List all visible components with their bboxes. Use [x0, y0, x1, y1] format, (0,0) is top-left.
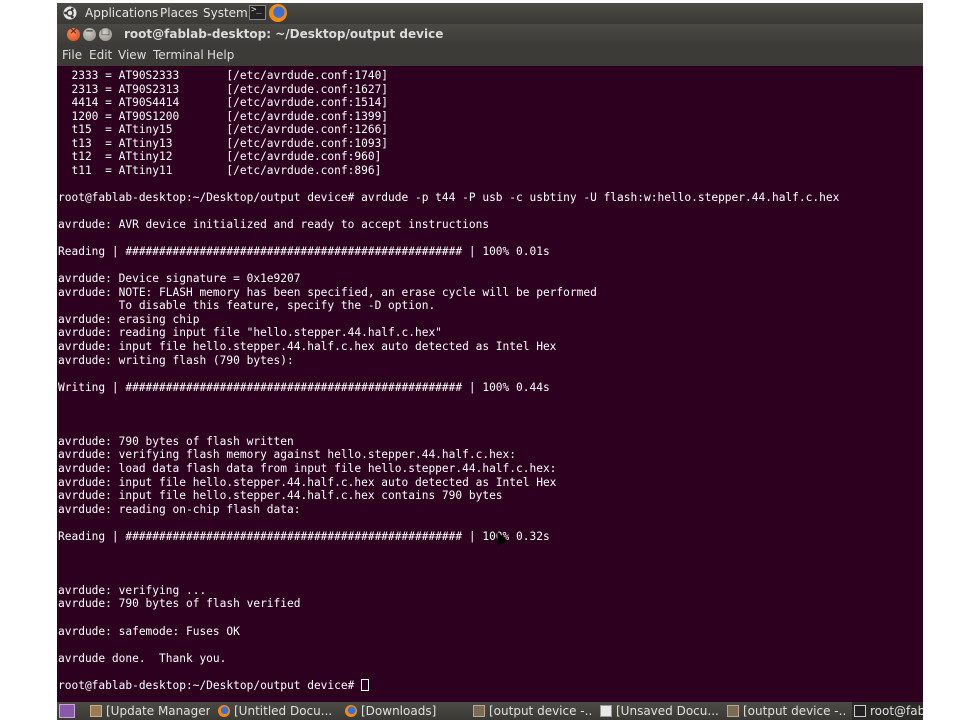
terminal-line: t11 = ATtiny11 [/etc/avrdude.conf:896]: [58, 163, 382, 177]
terminal-line: avrdude: input file hello.stepper.44.hal…: [58, 340, 557, 353]
ubuntu-logo-icon[interactable]: [63, 6, 77, 20]
terminal-line: avrdude: safemode: Fuses OK: [58, 624, 240, 638]
terminal-line: avrdude: input file hello.stepper.44.hal…: [58, 489, 503, 503]
terminal-line: avrdude: load data flash data from input…: [58, 461, 557, 475]
taskbar-item-output-device-1[interactable]: [output device -...: [471, 702, 593, 720]
taskbar-item-output-device-2[interactable]: [output device -...: [725, 702, 847, 720]
panel-menu-system[interactable]: System: [203, 5, 248, 22]
taskbar-item-terminal[interactable]: root@fab: [852, 702, 923, 720]
taskbar-item-label: [output device -...: [489, 704, 593, 718]
taskbar-item-update-manager[interactable]: [Update Manager]: [88, 702, 210, 720]
top-panel: Applications Places System: [57, 3, 923, 24]
terminal-line: Reading | ##############################…: [58, 245, 550, 259]
terminal-line: avrdude done. Thank you.: [58, 651, 227, 665]
maximize-icon: □: [100, 26, 111, 37]
terminal-line: t12 = ATtiny12 [/etc/avrdude.conf:960]: [58, 150, 382, 164]
firefox-icon: [218, 705, 230, 717]
terminal-line: t15 = ATtiny15 [/etc/avrdude.conf:1266]: [58, 123, 389, 137]
taskbar-item-label: [Update Manager]: [106, 704, 210, 718]
window-close-button[interactable]: ×: [67, 26, 80, 41]
terminal-icon: [854, 705, 866, 717]
terminal-line: avrdude: AVR device initialized and read…: [58, 218, 490, 232]
terminal-line: 2333 = AT90S2333 [/etc/avrdude.conf:1740…: [58, 69, 389, 82]
terminal-line: avrdude: verifying flash memory against …: [58, 448, 517, 462]
menu-help[interactable]: Help: [207, 48, 234, 62]
document-icon: [600, 705, 612, 717]
terminal-line: root@fablab-desktop:~/Desktop/output dev…: [58, 190, 840, 204]
taskbar-item-label: [output device -...: [743, 704, 847, 718]
terminal-line: avrdude: erasing chip: [58, 312, 200, 326]
taskbar-item-label: [Downloads]: [361, 704, 437, 718]
bottom-taskbar: [Update Manager] [Untitled Docu... [Down…: [57, 702, 923, 720]
menu-view[interactable]: View: [118, 48, 146, 62]
menu-edit[interactable]: Edit: [89, 48, 112, 62]
menu-file[interactable]: File: [62, 48, 82, 62]
desktop-screen: Applications Places System × − □ root@fa…: [57, 3, 923, 720]
terminal-cursor: [361, 678, 370, 691]
folder-icon: [727, 705, 739, 717]
terminal-line: t13 = ATtiny13 [/etc/avrdude.conf:1093]: [58, 136, 389, 150]
close-icon: ×: [69, 26, 78, 37]
terminal-menubar: File Edit View Terminal Help: [57, 46, 923, 66]
show-desktop-icon[interactable]: [59, 704, 75, 718]
terminal-line: avrdude: reading input file "hello.stepp…: [58, 326, 442, 340]
terminal-line: avrdude: reading on-chip flash data:: [58, 502, 301, 516]
minimize-icon: −: [85, 26, 94, 37]
firefox-icon: [345, 705, 357, 717]
taskbar-item-label: root@fab: [870, 704, 923, 718]
terminal-line: 2313 = AT90S2313 [/etc/avrdude.conf:1627…: [58, 82, 389, 96]
terminal-line: root@fablab-desktop:~/Desktop/output dev…: [58, 678, 370, 692]
terminal-line: avrdude: 790 bytes of flash verified: [58, 597, 301, 611]
window-titlebar[interactable]: × − □ root@fablab-desktop: ~/Desktop/out…: [57, 24, 923, 46]
firefox-launcher-icon[interactable]: [269, 4, 287, 22]
taskbar-item-label: [Unsaved Docu...: [616, 704, 719, 718]
terminal-output[interactable]: 2333 = AT90S2333 [/etc/avrdude.conf:1740…: [57, 66, 923, 702]
terminal-line: Writing | ##############################…: [58, 380, 550, 394]
terminal-line: avrdude: 790 bytes of flash written: [58, 434, 294, 448]
terminal-line: Reading | ##############################…: [58, 529, 550, 543]
package-icon: [90, 705, 102, 717]
window-title: root@fablab-desktop: ~/Desktop/output de…: [124, 27, 444, 41]
window-maximize-button[interactable]: □: [99, 26, 112, 41]
panel-menu-applications[interactable]: Applications: [85, 5, 158, 22]
taskbar-item-unsaved-document[interactable]: [Unsaved Docu...: [598, 702, 720, 720]
terminal-line: avrdude: verifying ...: [58, 583, 207, 597]
terminal-line: avrdude: Device signature = 0x1e9207: [58, 272, 301, 286]
folder-icon: [473, 705, 485, 717]
window-minimize-button[interactable]: −: [83, 26, 96, 41]
menu-terminal[interactable]: Terminal: [153, 48, 204, 62]
taskbar-item-label: [Untitled Docu...: [234, 704, 333, 718]
terminal-line: avrdude: input file hello.stepper.44.hal…: [58, 475, 557, 489]
taskbar-item-untitled-document[interactable]: [Untitled Docu...: [216, 702, 338, 720]
panel-menu-places[interactable]: Places: [160, 5, 198, 22]
terminal-line: 4414 = AT90S4414 [/etc/avrdude.conf:1514…: [58, 96, 389, 110]
taskbar-item-downloads[interactable]: [Downloads]: [343, 702, 465, 720]
terminal-launcher-icon[interactable]: [249, 5, 266, 20]
terminal-line: 1200 = AT90S1200 [/etc/avrdude.conf:1399…: [58, 109, 389, 123]
terminal-line: avrdude: writing flash (790 bytes):: [58, 353, 294, 367]
terminal-line: To disable this feature, specify the -D …: [58, 299, 436, 313]
terminal-line: avrdude: NOTE: FLASH memory has been spe…: [58, 285, 597, 299]
